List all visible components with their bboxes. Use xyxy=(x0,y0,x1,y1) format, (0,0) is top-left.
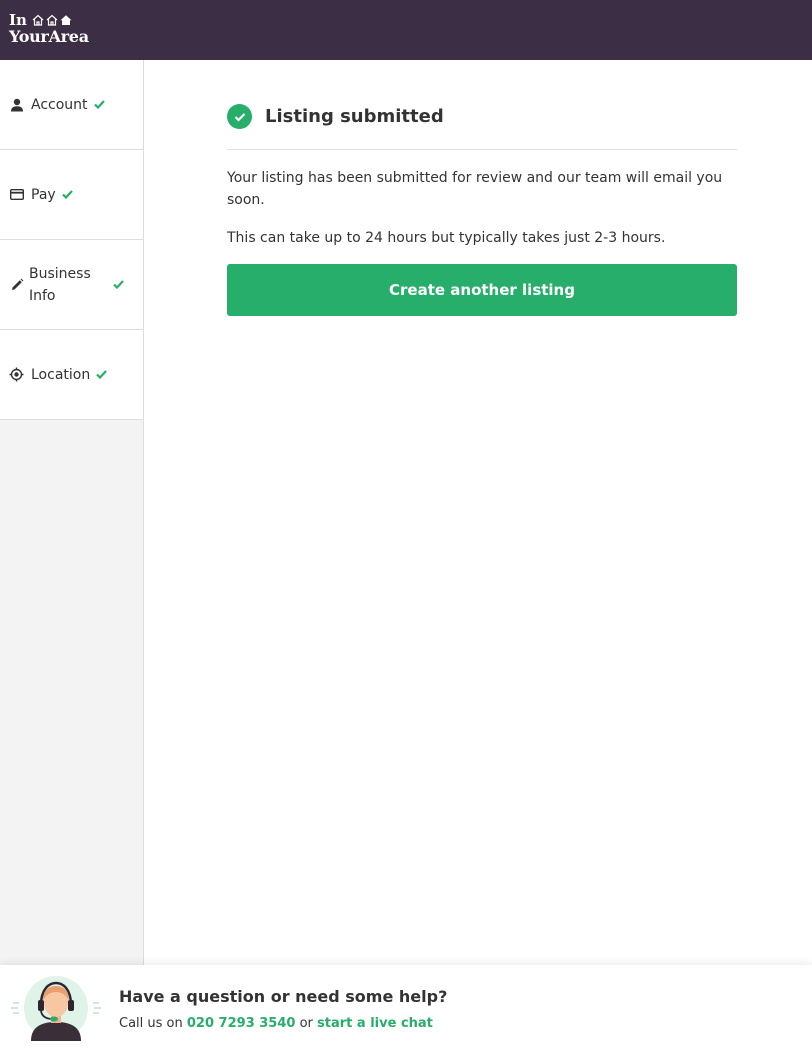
confirmation-header: Listing submitted xyxy=(227,104,737,150)
check-icon xyxy=(93,100,105,109)
sidebar-item-account[interactable]: Account xyxy=(0,60,143,150)
help-prefix: Call us on xyxy=(119,1016,183,1031)
live-chat-link[interactable]: start a live chat xyxy=(317,1016,433,1031)
review-time-note: This can take up to 24 hours but typical… xyxy=(227,230,666,246)
page-title: Listing submitted xyxy=(265,106,444,127)
create-another-listing-button[interactable]: Create another listing xyxy=(227,264,737,316)
check-icon xyxy=(61,190,73,199)
confirmation-message: Your listing has been submitted for revi… xyxy=(227,170,723,208)
sidebar: Account Pay Business Info Location xyxy=(0,60,144,965)
sidebar-item-label: Business Info xyxy=(29,265,91,304)
sidebar-item-location[interactable]: Location xyxy=(0,330,143,420)
house-icons xyxy=(32,14,72,26)
pencil-icon xyxy=(9,277,24,292)
check-icon xyxy=(113,280,124,289)
support-agent-avatar xyxy=(11,976,101,1041)
help-footer: Have a question or need some help? Call … xyxy=(0,965,812,1054)
user-icon xyxy=(9,97,24,112)
success-check-icon xyxy=(227,104,252,129)
sidebar-item-pay[interactable]: Pay xyxy=(0,150,143,240)
help-or: or xyxy=(299,1016,313,1031)
phone-link[interactable]: 020 7293 3540 xyxy=(187,1016,296,1031)
sidebar-item-label: Location xyxy=(31,366,91,383)
brand-line-2: YourArea xyxy=(9,27,89,46)
sidebar-item-label: Account xyxy=(31,96,88,113)
sidebar-item-label: Pay xyxy=(31,186,56,203)
sidebar-item-business-info[interactable]: Business Info xyxy=(0,240,143,330)
brand-logo[interactable]: In YourArea xyxy=(9,11,89,45)
help-contact-line: Call us on 020 7293 3540 or start a live… xyxy=(119,1016,433,1031)
credit-card-icon xyxy=(9,187,24,202)
check-icon xyxy=(96,370,108,379)
help-title: Have a question or need some help? xyxy=(119,987,448,1006)
top-bar: In YourArea xyxy=(0,0,812,60)
target-icon xyxy=(9,367,24,382)
brand-line-1: In xyxy=(9,10,27,29)
